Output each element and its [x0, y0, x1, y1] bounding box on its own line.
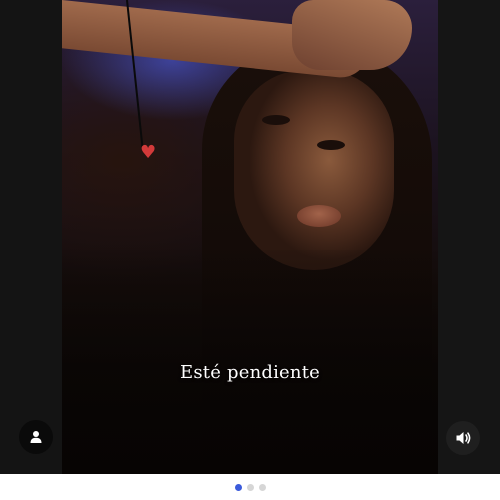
- story-caption: Esté pendiente: [180, 362, 320, 383]
- right-backdrop: [438, 0, 500, 474]
- photo-hand-shape: [292, 0, 412, 70]
- speaker-volume-icon: [456, 432, 471, 444]
- story-viewer: ♥ Esté pendiente: [0, 0, 500, 474]
- sound-toggle-button[interactable]: [446, 421, 480, 455]
- story-pagination: [0, 474, 500, 500]
- profile-button[interactable]: [19, 420, 53, 454]
- pagination-dot[interactable]: [258, 483, 266, 491]
- pagination-dot[interactable]: [246, 483, 254, 491]
- story-photo[interactable]: ♥: [62, 0, 438, 474]
- pagination-dot-active[interactable]: [234, 483, 242, 491]
- heart-charm-icon: ♥: [140, 142, 157, 163]
- left-backdrop: [0, 0, 62, 474]
- photo-eye-left: [262, 115, 290, 125]
- photo-face-shape: [234, 70, 394, 270]
- person-icon: [30, 431, 42, 443]
- photo-eye-right: [317, 140, 345, 150]
- photo-lips: [297, 205, 341, 227]
